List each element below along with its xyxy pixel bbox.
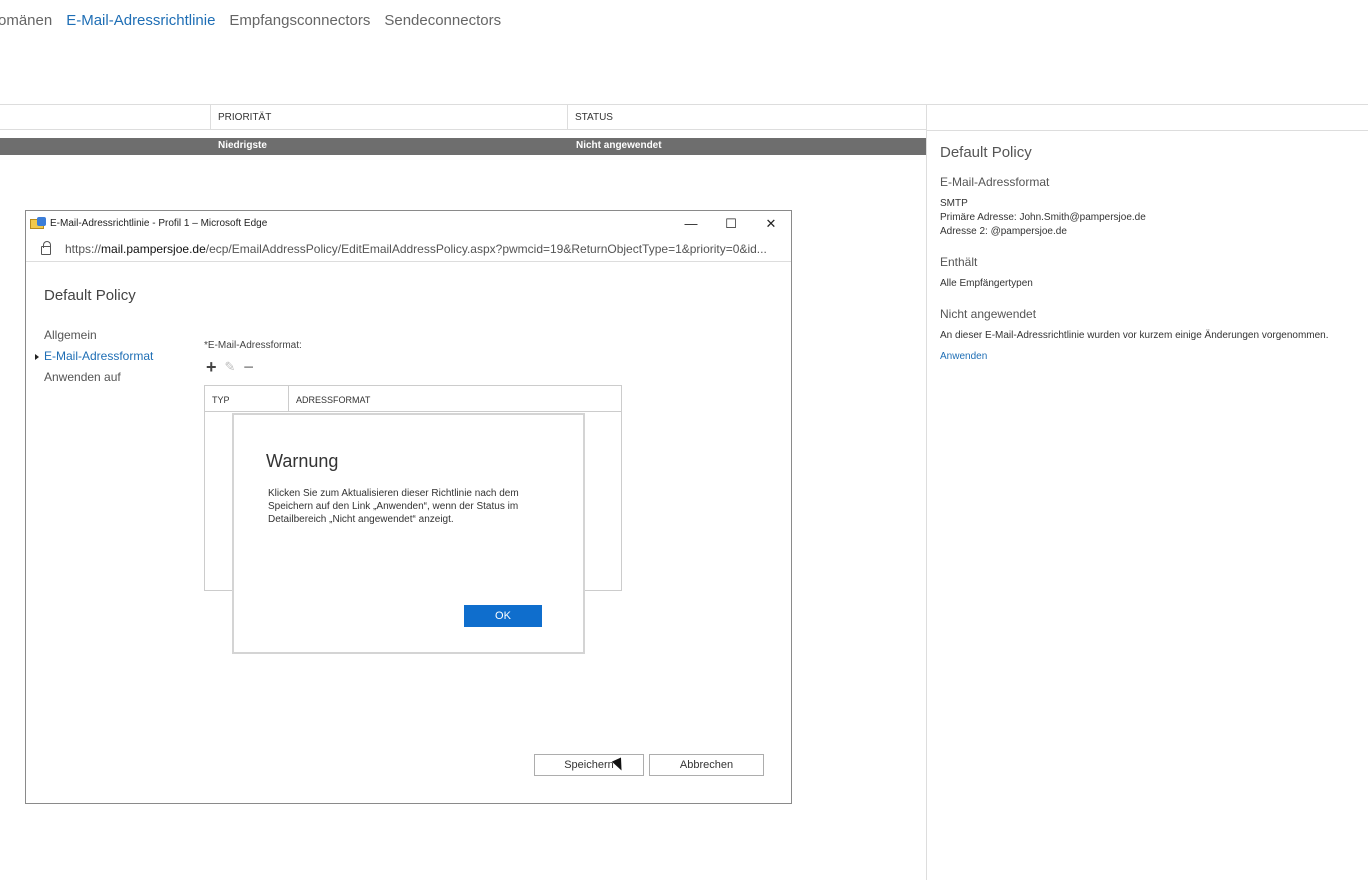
- row-status: Nicht angewendet: [576, 140, 662, 151]
- column-header-type[interactable]: TYP: [212, 395, 230, 405]
- dialog-nav: Allgemein E-Mail-Adressformat Anwenden a…: [35, 325, 154, 388]
- details-contains-text: Alle Empfängertypen: [940, 278, 1033, 289]
- minimize-icon[interactable]: —: [671, 211, 711, 236]
- table-row[interactable]: Niedrigste Nicht angewendet: [0, 138, 926, 155]
- details-status-section: Nicht angewendet An dieser E-Mail-Adress…: [940, 307, 1360, 362]
- email-format-label: *E-Mail-Adressformat:: [204, 340, 302, 351]
- url-host: mail.pampersjoe.de: [101, 241, 206, 256]
- column-header-priority[interactable]: PRIORITÄT: [210, 105, 567, 129]
- row-priority: Niedrigste: [218, 140, 267, 151]
- format-toolbar: + ✎ −: [206, 358, 254, 376]
- details-title: Default Policy: [940, 144, 1032, 161]
- column-divider: [288, 386, 289, 412]
- address-bar[interactable]: https://mail.pampersjoe.de/ecp/EmailAddr…: [26, 236, 791, 262]
- nav-item-general[interactable]: Allgemein: [44, 325, 153, 346]
- window-controls: — ☐ ✕: [671, 211, 791, 236]
- details-format-section: E-Mail-Adressformat SMTP Primäre Adresse…: [940, 175, 1360, 239]
- cancel-button[interactable]: Abbrechen: [649, 754, 764, 776]
- details-status-text: An dieser E-Mail-Adressrichtlinie wurden…: [940, 330, 1329, 341]
- details-format-line: SMTP: [940, 198, 968, 209]
- edit-icon[interactable]: ✎: [225, 359, 236, 375]
- dialog-footer: Speichern Abbrechen: [534, 754, 764, 776]
- dialog-title: Default Policy: [44, 287, 136, 304]
- warning-title: Warnung: [266, 451, 339, 471]
- nav-item-receive-connectors[interactable]: Empfangsconnectors: [229, 12, 370, 29]
- nav-item-domains[interactable]: omänen: [0, 12, 52, 29]
- caret-right-icon: [35, 354, 39, 360]
- url-prefix: https://: [65, 241, 102, 256]
- warning-dialog: Warnung Klicken Sie zum Aktualisieren di…: [232, 413, 585, 654]
- close-icon[interactable]: ✕: [751, 211, 791, 236]
- window-title: E-Mail-Adressrichtlinie - Profil 1 – Mic…: [50, 218, 268, 229]
- add-icon[interactable]: +: [206, 358, 217, 376]
- url-path: /ecp/EmailAddressPolicy/EditEmailAddress…: [205, 241, 767, 256]
- column-header-status[interactable]: STATUS: [567, 105, 926, 129]
- details-format-line: Primäre Adresse: John.Smith@pampersjoe.d…: [940, 212, 1146, 223]
- warning-text: Klicken Sie zum Aktualisieren dieser Ric…: [268, 488, 519, 525]
- maximize-icon[interactable]: ☐: [711, 211, 751, 236]
- lock-icon[interactable]: [41, 241, 51, 255]
- details-status-heading: Nicht angewendet: [940, 307, 1037, 321]
- list-header: PRIORITÄT STATUS: [0, 104, 926, 130]
- details-contains-heading: Enthält: [940, 255, 978, 269]
- details-format-line: Adresse 2: @pampersjoe.de: [940, 226, 1067, 237]
- nav-item-email-address-format[interactable]: E-Mail-Adressformat: [35, 346, 154, 367]
- details-format-heading: E-Mail-Adressformat: [940, 175, 1050, 189]
- details-contains-section: Enthält Alle Empfängertypen: [940, 255, 1360, 291]
- nav-item-email-address-policies[interactable]: E-Mail-Adressrichtlinie: [66, 12, 215, 29]
- pane-divider: [926, 104, 927, 880]
- save-button[interactable]: Speichern: [534, 754, 644, 776]
- details-pane: Default Policy E-Mail-Adressformat SMTP …: [940, 144, 1360, 378]
- top-nav: omänen E-Mail-Adressrichtlinie Empfangsc…: [0, 12, 501, 29]
- grid-header: TYP ADRESSFORMAT: [205, 386, 621, 412]
- ok-button[interactable]: OK: [464, 605, 542, 627]
- apply-link[interactable]: Anwenden: [940, 351, 1360, 362]
- exchange-mail-icon: [30, 216, 46, 231]
- nav-item-apply-to[interactable]: Anwenden auf: [44, 367, 153, 388]
- window-titlebar[interactable]: E-Mail-Adressrichtlinie - Profil 1 – Mic…: [26, 211, 791, 236]
- remove-icon[interactable]: −: [243, 358, 254, 376]
- column-header-address-format[interactable]: ADRESSFORMAT: [296, 395, 370, 405]
- details-header: [926, 104, 1368, 131]
- nav-item-label: E-Mail-Adressformat: [44, 349, 154, 363]
- nav-item-send-connectors[interactable]: Sendeconnectors: [384, 12, 501, 29]
